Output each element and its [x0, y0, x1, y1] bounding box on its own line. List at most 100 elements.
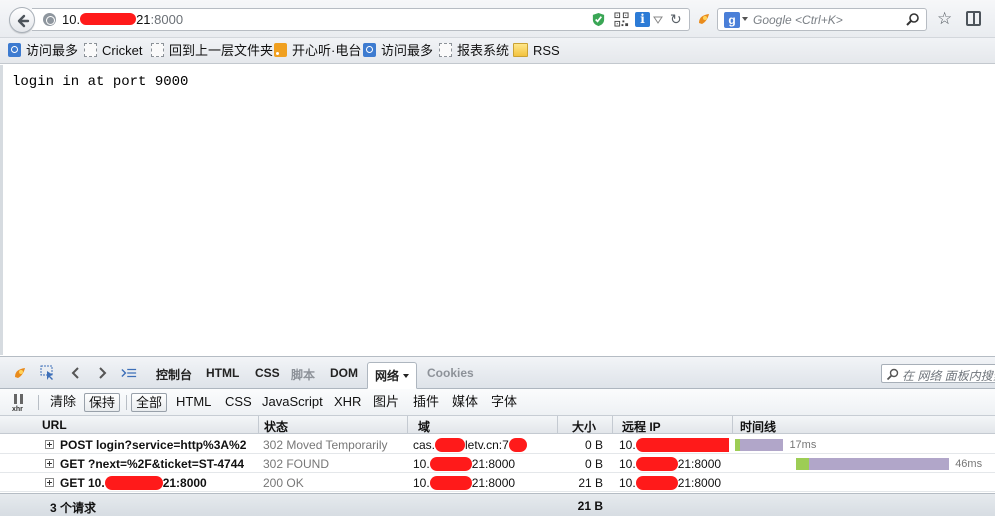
table-row[interactable]: GET ?next=%2F&ticket=ST-4744 302 FOUND 1…	[0, 454, 995, 473]
filter-css-button[interactable]: CSS	[221, 393, 256, 412]
expand-row-icon[interactable]	[45, 478, 54, 487]
firebug-tab-bar: 控制台 HTML CSS 脚本 DOM 网络 Cookies 在 网络 面板内搜…	[0, 357, 995, 389]
request-url[interactable]: POST login?service=http%3A%2	[60, 438, 246, 452]
search-bar[interactable]: g Google <Ctrl+K>	[717, 8, 927, 31]
firebug-panel: 控制台 HTML CSS 脚本 DOM 网络 Cookies 在 网络 面板内搜…	[0, 356, 995, 516]
request-remote-ip: 10. 21:8000	[619, 457, 722, 471]
request-url[interactable]: GET ?next=%2F&ticket=ST-4744	[60, 457, 246, 471]
inspect-element-icon[interactable]	[40, 365, 56, 381]
request-domain: cas. letv.cn:7	[413, 438, 553, 452]
request-domain: 10. 21:8000	[413, 457, 516, 471]
filter-media-button[interactable]: 媒体	[448, 393, 482, 412]
bookmark-label: 回到上一层文件夹	[169, 43, 274, 58]
search-placeholder[interactable]: Google <Ctrl+K>	[753, 13, 843, 27]
chevron-down-icon[interactable]	[652, 14, 664, 26]
request-size: 0 B	[584, 438, 603, 452]
filter-all-button[interactable]: 全部	[131, 393, 168, 412]
bookmark-item[interactable]: 访问最多	[8, 43, 78, 59]
request-url[interactable]: GET 10. 21:8000	[60, 476, 246, 490]
firebug-icon[interactable]	[696, 11, 712, 27]
firebug-menu-icon[interactable]	[12, 365, 28, 381]
bookmark-item[interactable]: 开心听·电台	[274, 43, 361, 59]
tab-cookies[interactable]: Cookies	[427, 366, 474, 380]
redaction-mark	[104, 476, 163, 490]
bookmark-item[interactable]: 访问最多	[363, 43, 433, 59]
column-header-remote-ip[interactable]: 远程 IP	[622, 418, 661, 435]
column-header-url[interactable]: URL	[42, 418, 67, 432]
column-divider[interactable]	[732, 416, 733, 434]
back-button[interactable]	[9, 7, 35, 33]
search-icon[interactable]	[905, 12, 920, 27]
tab-console[interactable]: 控制台	[156, 366, 192, 383]
toolbar-divider	[126, 395, 127, 410]
filter-plugins-button[interactable]: 插件	[409, 393, 443, 412]
request-status: 200 OK	[263, 476, 304, 490]
pause-icon	[14, 394, 23, 404]
column-header-timeline[interactable]: 时间线	[740, 418, 776, 435]
tab-dom[interactable]: DOM	[330, 366, 358, 380]
visited-icon	[363, 43, 376, 57]
clear-button[interactable]: 清除	[46, 393, 80, 412]
qr-code-icon[interactable]	[614, 12, 629, 27]
rss-icon	[274, 43, 287, 57]
visited-icon	[8, 43, 21, 57]
bookmark-item[interactable]: RSS	[513, 43, 560, 59]
column-divider[interactable]	[612, 416, 613, 434]
chevron-right-icon[interactable]	[94, 365, 110, 381]
bookmark-item[interactable]: 回到上一层文件夹	[151, 43, 273, 59]
filter-html-button[interactable]: HTML	[172, 393, 215, 412]
blank-page-icon	[151, 43, 164, 57]
toolbar-divider	[38, 395, 39, 410]
table-row[interactable]: POST login?service=http%3A%2 302 Moved T…	[0, 435, 995, 454]
tab-network-label: 网络	[375, 369, 400, 383]
table-row[interactable]: GET 10. 21:8000 200 OK 10. 21:8000 21 B 10…	[0, 473, 995, 492]
bookmarks-menu-icon[interactable]	[966, 11, 981, 26]
xhr-breakpoint-icon[interactable]: xhr	[12, 394, 28, 413]
globe-icon[interactable]	[43, 13, 56, 26]
page-content: login in at port 9000	[0, 65, 995, 355]
bookmark-star-icon[interactable]: ☆	[937, 10, 952, 27]
request-remote-ip: 10.	[619, 438, 729, 452]
timeline-wait-bar	[796, 458, 809, 470]
network-table-header: URL 状态 域 大小 远程 IP 时间线	[0, 416, 995, 434]
tab-script[interactable]: 脚本	[291, 366, 315, 383]
filter-javascript-button[interactable]: JavaScript	[258, 393, 327, 412]
column-divider[interactable]	[407, 416, 408, 434]
total-size: 21 B	[577, 499, 603, 513]
search-icon	[886, 368, 899, 381]
persist-button[interactable]: 保持	[84, 393, 121, 412]
bookmark-item[interactable]: Cricket	[84, 43, 142, 59]
timeline-duration: 46ms	[955, 458, 983, 470]
tab-html[interactable]: HTML	[206, 366, 239, 380]
tab-css[interactable]: CSS	[255, 366, 280, 380]
column-divider[interactable]	[258, 416, 259, 434]
blank-page-icon	[84, 43, 97, 57]
column-header-domain[interactable]: 域	[418, 418, 430, 435]
command-line-icon[interactable]	[121, 365, 137, 381]
bookmark-item[interactable]: 报表系统	[439, 43, 509, 59]
chevron-down-icon[interactable]	[403, 374, 410, 378]
expand-row-icon[interactable]	[45, 459, 54, 468]
bookmark-label: RSS	[533, 43, 560, 58]
shield-icon[interactable]	[591, 12, 606, 27]
redaction-mark	[429, 457, 472, 471]
google-icon[interactable]: g	[724, 12, 740, 28]
reload-icon[interactable]: ↻	[670, 12, 685, 27]
request-domain: 10. 21:8000	[413, 476, 516, 490]
column-header-size[interactable]: 大小	[572, 418, 596, 435]
expand-row-icon[interactable]	[45, 440, 54, 449]
url-bar[interactable]: 10. 21:8000 i ↻	[32, 8, 690, 31]
column-header-status[interactable]: 状态	[264, 418, 288, 435]
search-engine-dropdown-icon[interactable]	[742, 17, 748, 21]
column-divider[interactable]	[557, 416, 558, 434]
url-text[interactable]: 10. 21:8000	[62, 12, 183, 27]
filter-xhr-button[interactable]: XHR	[330, 393, 365, 412]
tab-network[interactable]: 网络	[367, 362, 418, 389]
info-icon[interactable]: i	[635, 12, 650, 27]
bookmark-label: Cricket	[102, 43, 143, 58]
filter-fonts-button[interactable]: 字体	[487, 393, 521, 412]
chevron-left-icon[interactable]	[68, 365, 84, 381]
firebug-search-input[interactable]: 在 网络 面板内搜索	[881, 364, 995, 383]
filter-images-button[interactable]: 图片	[369, 393, 403, 412]
request-count: 3 个请求	[50, 501, 97, 515]
